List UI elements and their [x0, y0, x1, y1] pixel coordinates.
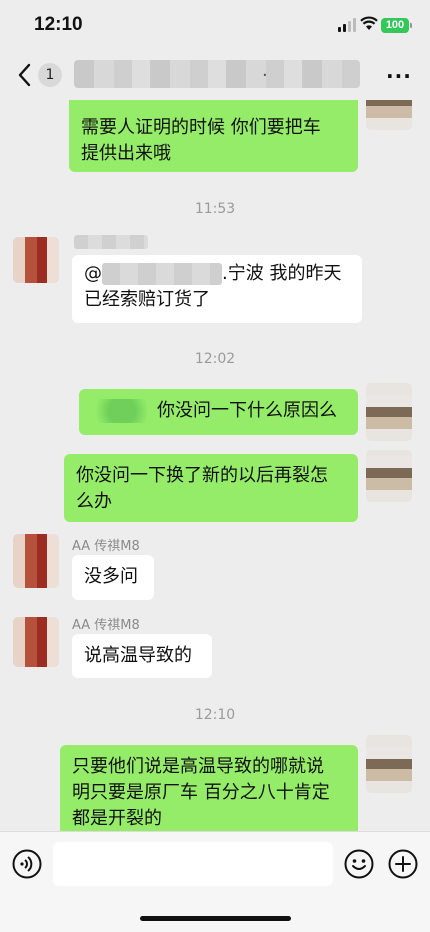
status-bar: 12:10 100 [0, 0, 430, 50]
message-text: .宁波 我的昨天 [222, 263, 342, 284]
message-text: 你没问一下什么原因么 [157, 400, 337, 421]
message-text: 需要人证明的时候 你们要把车 [81, 117, 321, 138]
message-bubble-outgoing[interactable]: 需要人证明的时候 你们要把车 提供出来哦 [69, 100, 358, 172]
message-bubble-incoming[interactable]: @ .宁波 我的昨天 已经索赔订货了 [72, 255, 362, 323]
message-bubble-outgoing[interactable]: 你没问一下换了新的以后再裂怎 么办 [64, 454, 358, 522]
message-text: 你没问一下换了新的以后再裂怎 [76, 465, 328, 486]
mention-prefix: @ [84, 263, 102, 284]
chat-title-redacted [74, 60, 360, 88]
message-input[interactable] [53, 842, 333, 886]
message-bubble-outgoing[interactable]: 你没问一下什么原因么 [79, 389, 358, 435]
chat-header: 1 . ··· [0, 50, 430, 100]
battery-icon: 100 [381, 18, 409, 33]
contact-avatar[interactable] [13, 534, 59, 588]
message-bubble-outgoing[interactable]: 只要他们说是高温导致的哪就说 明只要是原厂车 百分之八十肯定 都是开裂的 [60, 745, 358, 831]
back-chevron-icon[interactable] [14, 62, 38, 88]
home-indicator [140, 916, 291, 921]
message-bubble-incoming[interactable]: 说高温导致的 [72, 634, 212, 678]
message-text: 都是开裂的 [72, 808, 162, 829]
message-cut-line [81, 100, 346, 115]
message-text: 明只要是原厂车 百分之八十肯定 [72, 782, 330, 803]
message-list[interactable]: 需要人证明的时候 你们要把车 提供出来哦 11:53 @ .宁波 我的昨天 已经索… [0, 100, 430, 831]
mention-name-redacted [102, 263, 222, 285]
timestamp: 12:10 [194, 707, 236, 723]
timestamp: 12:02 [194, 351, 236, 367]
message-bubble-incoming[interactable]: 没多问 [72, 555, 154, 600]
wifi-icon [360, 16, 378, 30]
my-avatar[interactable] [366, 450, 412, 502]
add-icon[interactable] [388, 849, 418, 879]
contact-avatar[interactable] [13, 237, 59, 283]
mention-redacted [91, 399, 153, 423]
signal-icon [338, 18, 356, 32]
message-text: 只要他们说是高温导致的哪就说 [72, 756, 324, 777]
emoji-icon[interactable] [344, 849, 374, 879]
message-text: 已经索赔订货了 [84, 289, 210, 310]
more-icon[interactable]: ··· [386, 64, 412, 88]
sender-name-redacted [74, 235, 148, 249]
my-avatar[interactable] [366, 383, 412, 441]
unread-count-badge[interactable]: 1 [38, 63, 62, 87]
message-text: 没多问 [84, 566, 138, 587]
sender-name: AA 传祺M8 [72, 539, 140, 554]
message-text: 么办 [76, 491, 112, 512]
battery-tip [410, 23, 412, 28]
status-time: 12:10 [34, 14, 83, 35]
my-avatar[interactable] [366, 735, 412, 793]
message-text: 说高温导致的 [84, 645, 192, 666]
my-avatar[interactable] [366, 100, 412, 130]
voice-icon[interactable] [12, 849, 42, 879]
contact-avatar[interactable] [13, 617, 59, 667]
message-text: 提供出来哦 [81, 143, 171, 164]
timestamp: 11:53 [194, 201, 236, 217]
chat-title-suffix: . [262, 60, 268, 81]
message-text-line: @ .宁波 我的昨天 [84, 261, 350, 287]
sender-name: AA 传祺M8 [72, 618, 140, 633]
